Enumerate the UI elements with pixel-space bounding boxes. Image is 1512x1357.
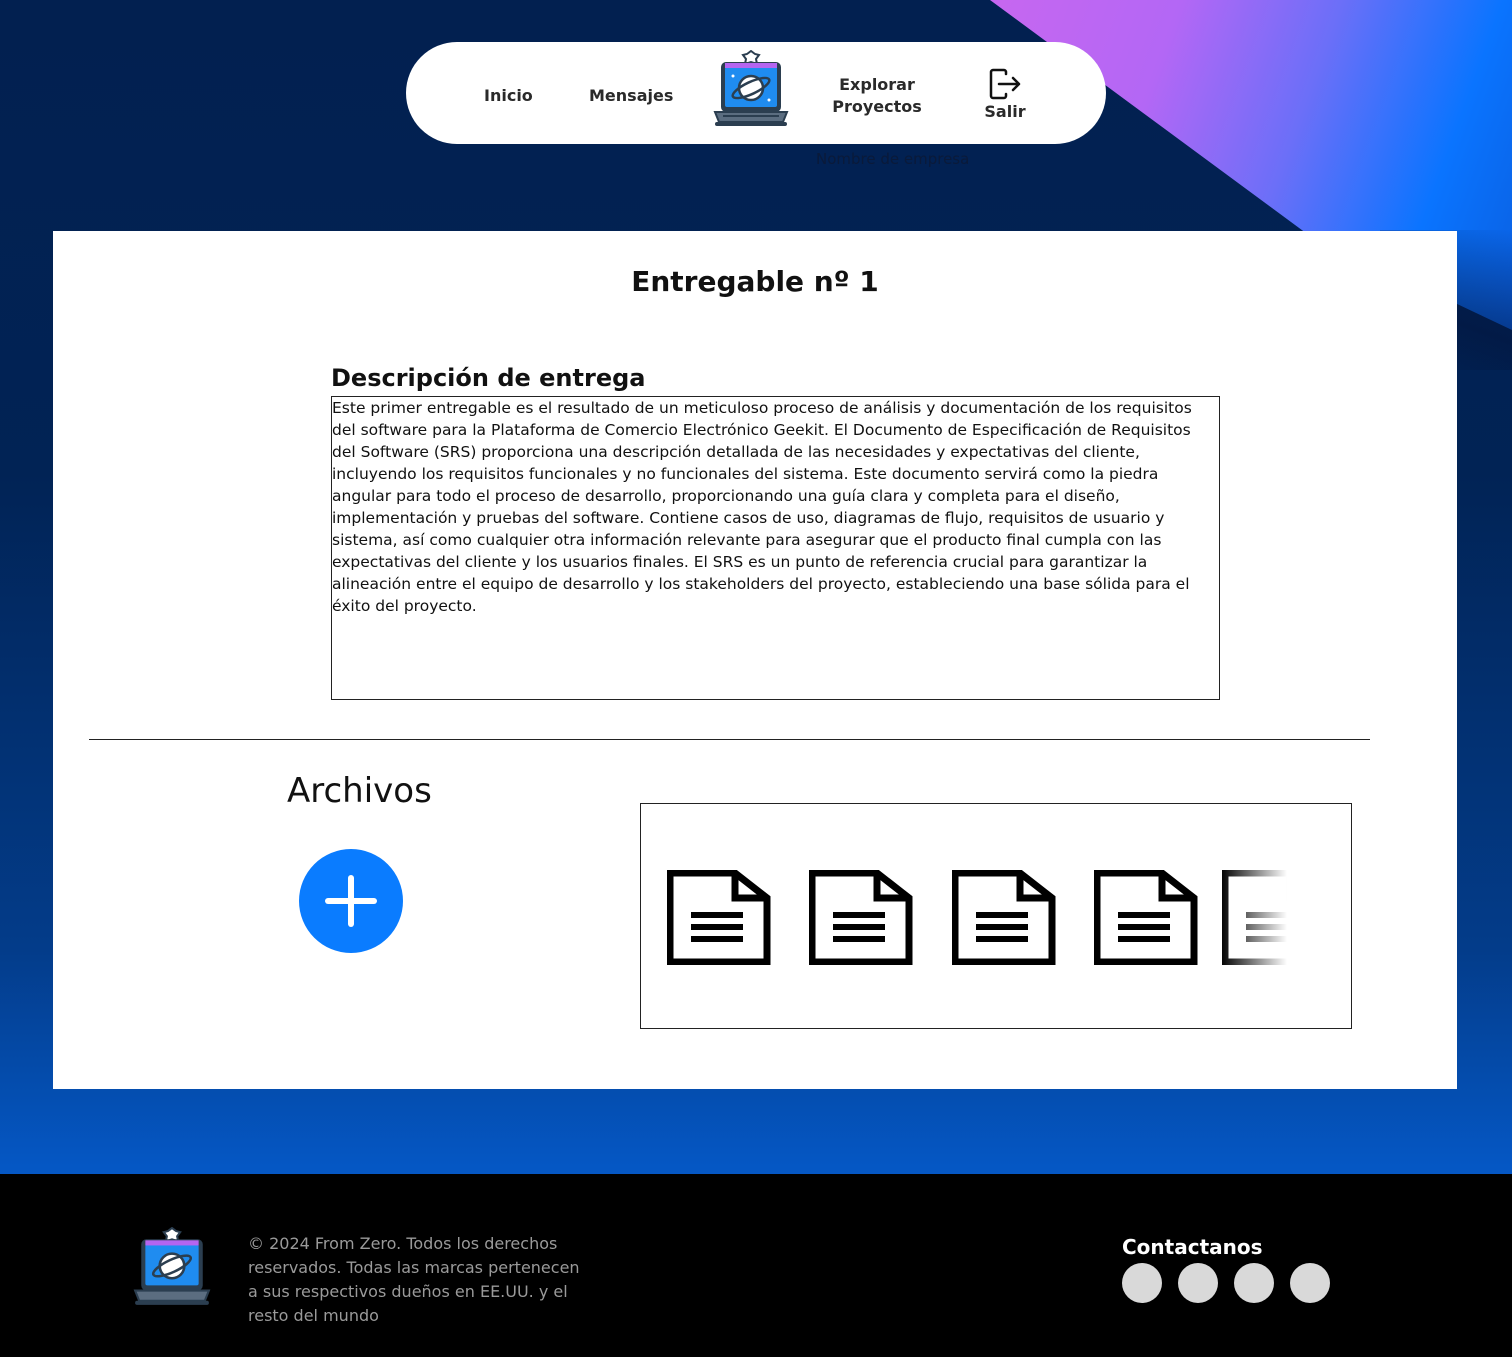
footer-copyright: © 2024 From Zero. Todos los derechos res… — [248, 1234, 580, 1325]
document-icon[interactable] — [808, 869, 913, 966]
deliverable-card: Entregable nº 1 Descripción de entrega E… — [53, 231, 1457, 1089]
logout-label: Salir — [984, 102, 1026, 121]
files-fade-overlay — [1221, 804, 1351, 1028]
document-icon[interactable] — [666, 869, 771, 966]
laptop-planet-logo-icon — [131, 1226, 213, 1309]
description-textarea[interactable]: Este primer entregable es el resultado d… — [331, 396, 1220, 700]
social-link[interactable] — [1178, 1263, 1218, 1303]
files-title: Archivos — [287, 771, 432, 811]
logout-button[interactable]: Salir — [982, 68, 1028, 121]
nav-explorar-proyectos-link[interactable]: Explorar Proyectos — [826, 74, 928, 118]
laptop-planet-logo-icon[interactable] — [711, 49, 791, 130]
section-divider — [89, 739, 1370, 740]
page-title: Entregable nº 1 — [631, 265, 879, 298]
navbar: Inicio Mensajes Explorar Proyectos Salir — [406, 42, 1106, 144]
description-label: Descripción de entrega — [331, 364, 646, 392]
document-icon[interactable] — [951, 869, 1056, 966]
logout-icon — [989, 68, 1021, 100]
company-name: Nombre de empresa — [816, 150, 970, 168]
contact-title: Contactanos — [1122, 1235, 1263, 1259]
add-file-button[interactable] — [299, 849, 403, 953]
footer: © 2024 From Zero. Todos los derechos res… — [0, 1174, 1512, 1357]
document-icon[interactable] — [1093, 869, 1198, 966]
nav-mensajes-link[interactable]: Mensajes — [589, 85, 673, 107]
social-link[interactable] — [1234, 1263, 1274, 1303]
social-link[interactable] — [1122, 1263, 1162, 1303]
nav-inicio-link[interactable]: Inicio — [484, 85, 533, 107]
files-list[interactable] — [640, 803, 1352, 1029]
social-link[interactable] — [1290, 1263, 1330, 1303]
